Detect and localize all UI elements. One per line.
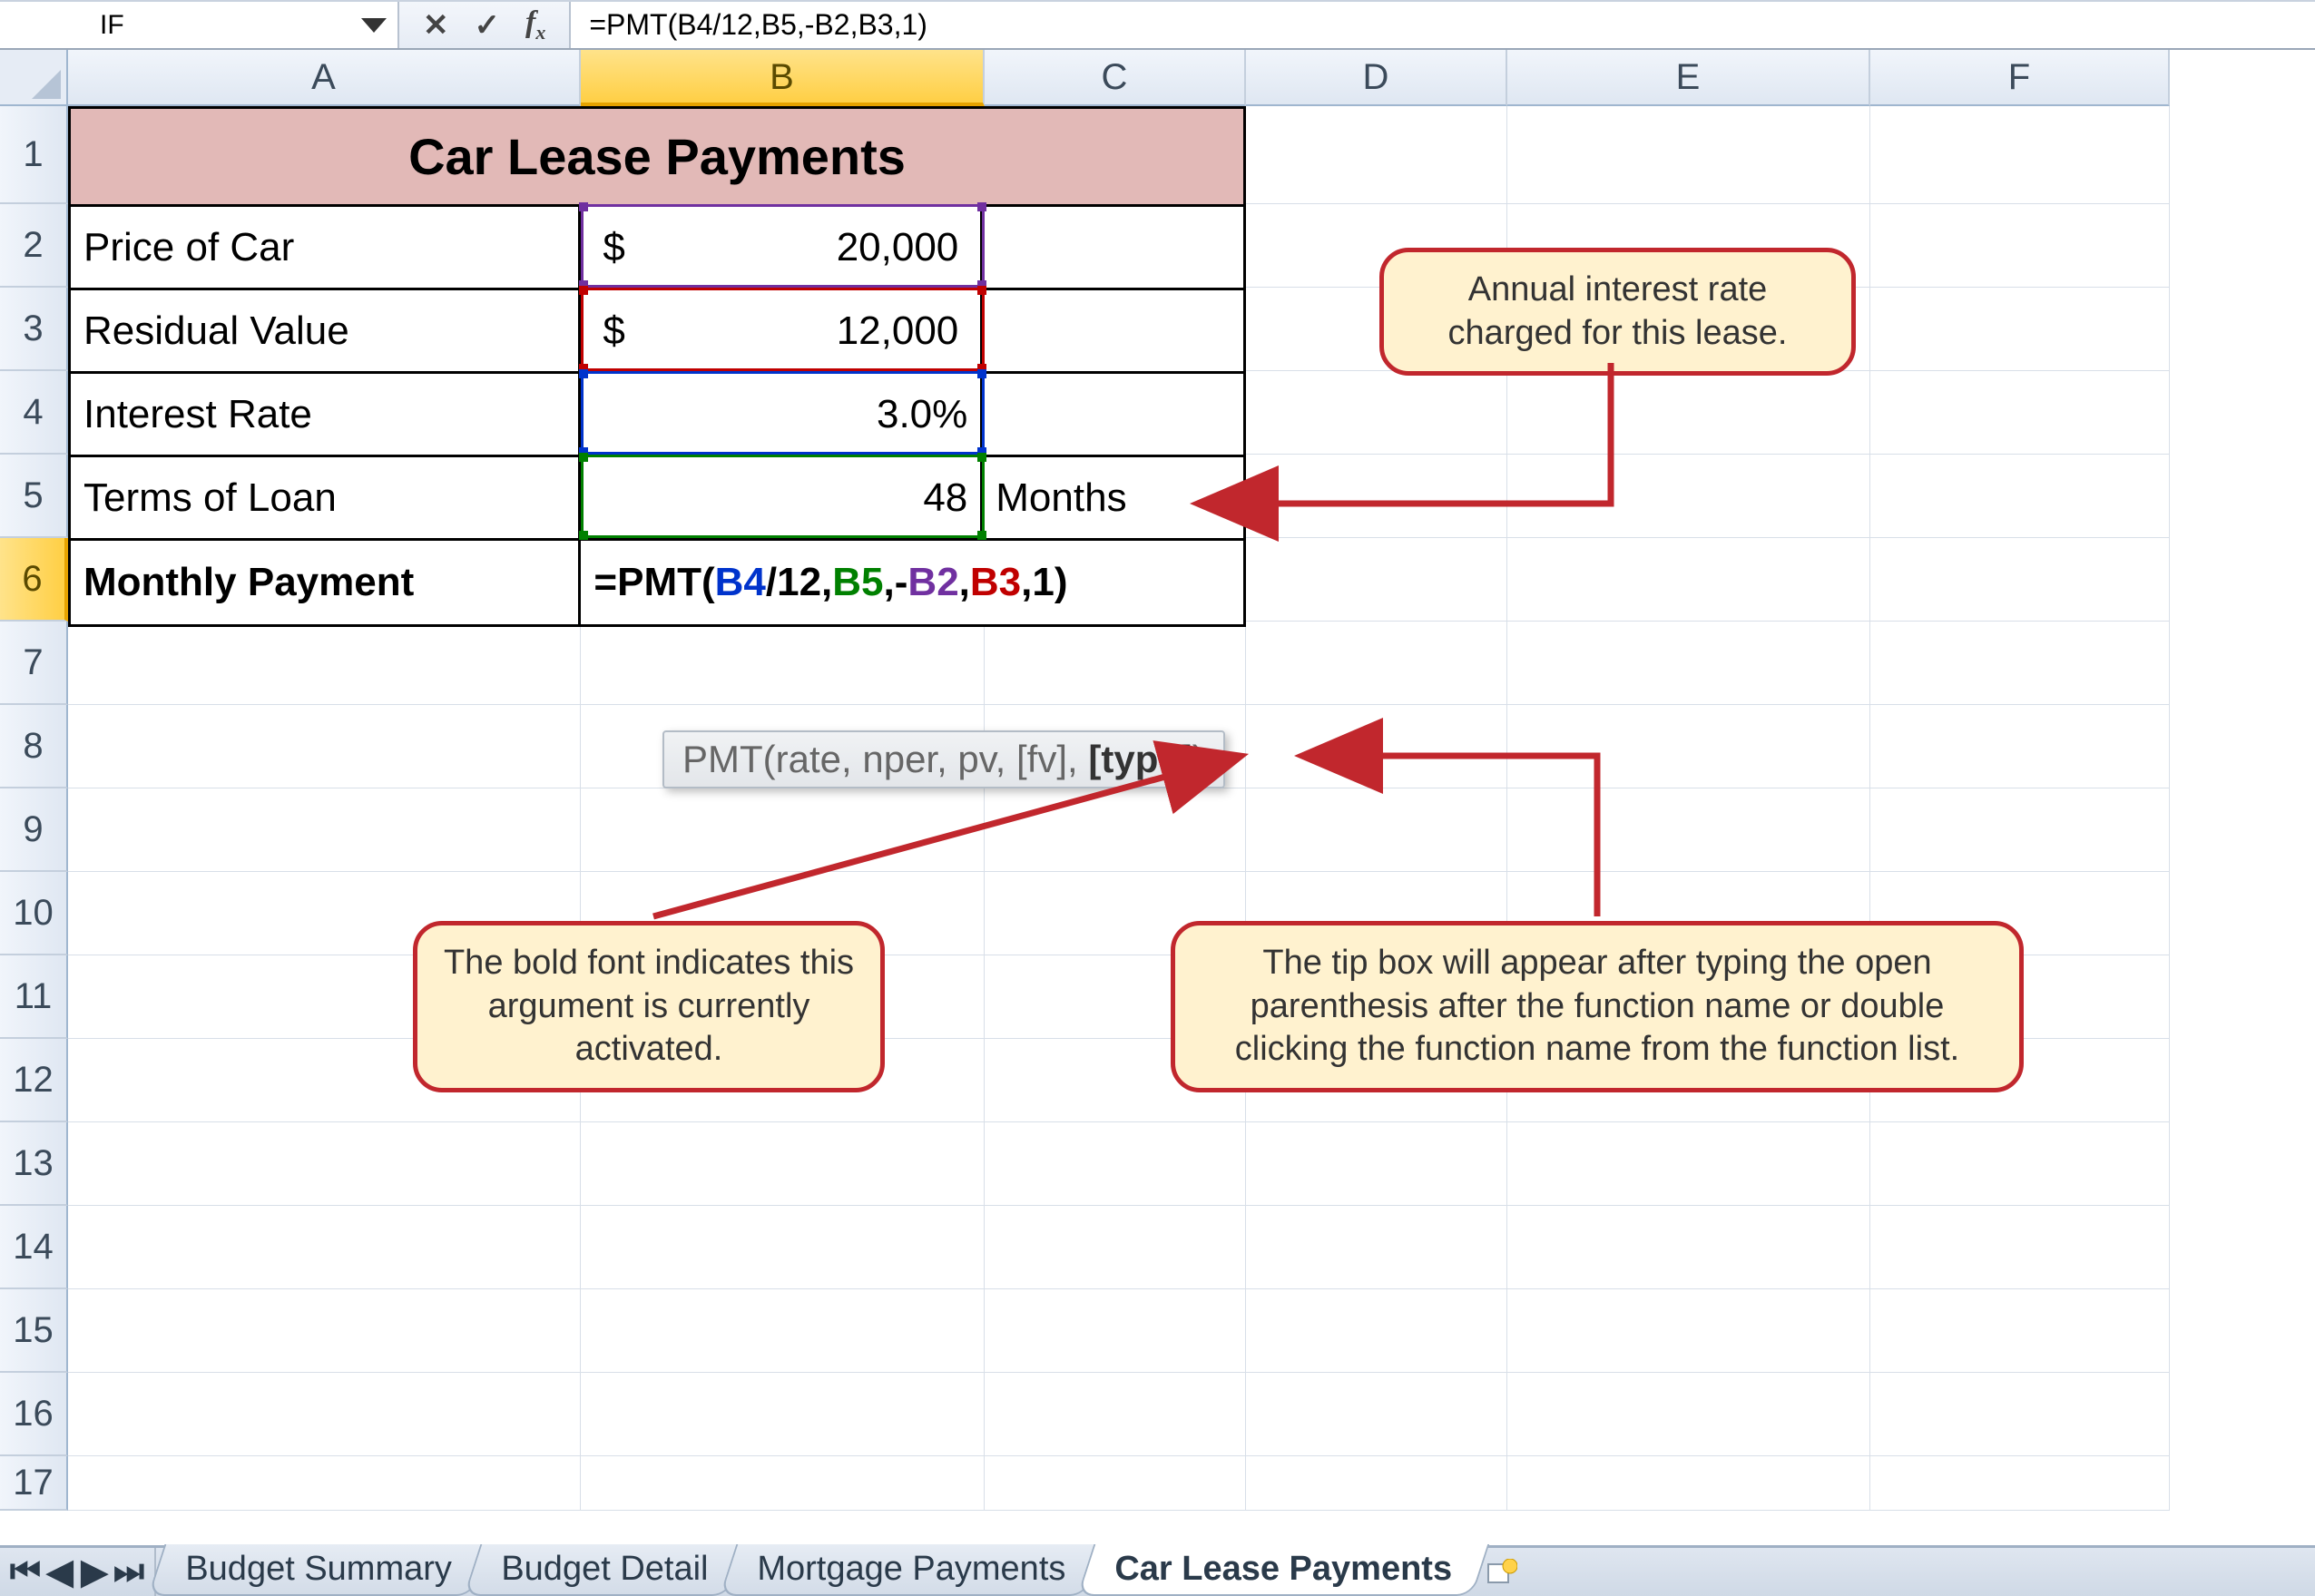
sheet-tab-bar: ⏮ ◀ ▶ ⏭ Budget SummaryBudget DetailMortg… [0, 1545, 2315, 1596]
row-header-13[interactable]: 13 [0, 1122, 68, 1206]
row-header-4[interactable]: 4 [0, 371, 68, 455]
formula-input[interactable]: =PMT(B4/12,B5,-B2,B3,1) [571, 2, 2315, 48]
row-header-16[interactable]: 16 [0, 1373, 68, 1456]
table-row-label[interactable]: Terms of Loan [71, 457, 581, 541]
row-header-2[interactable]: 2 [0, 204, 68, 288]
row-header-10[interactable]: 10 [0, 872, 68, 955]
col-header-B[interactable]: B [581, 50, 985, 106]
sheet-tab[interactable]: Budget Summary [148, 1544, 489, 1596]
data-table: Car Lease PaymentsPrice of Car$20,000Res… [68, 106, 1246, 627]
enter-icon[interactable]: ✓ [475, 7, 501, 44]
row-header-3[interactable]: 3 [0, 288, 68, 371]
row-header-15[interactable]: 15 [0, 1289, 68, 1373]
sheet-tab[interactable]: Car Lease Payments [1077, 1544, 1489, 1596]
sheet-tabs: Budget SummaryBudget DetailMortgage Paym… [156, 1548, 1472, 1596]
col-header-C[interactable]: C [985, 50, 1246, 106]
tab-nav-next-icon[interactable]: ▶ [78, 1552, 111, 1592]
sheet-tab[interactable]: Mortgage Payments [719, 1544, 1103, 1596]
table-row-value[interactable]: $20,000 [581, 207, 983, 290]
row-header-5[interactable]: 5 [0, 455, 68, 538]
tab-nav-last-icon[interactable]: ⏭ [113, 1552, 145, 1591]
row-header-7[interactable]: 7 [0, 622, 68, 705]
row-header-17[interactable]: 17 [0, 1456, 68, 1511]
fx-icon[interactable]: fx [525, 5, 545, 44]
tooltip-close: ) [1192, 738, 1205, 780]
row-header-9[interactable]: 9 [0, 788, 68, 872]
table-row-unit[interactable]: Months [983, 457, 1243, 541]
formula-cell[interactable]: =PMT(B4/12,B5,-B2,B3,1) [581, 541, 1243, 624]
row-header-12[interactable]: 12 [0, 1039, 68, 1122]
table-row-label[interactable]: Residual Value [71, 290, 581, 374]
row-header-8[interactable]: 8 [0, 705, 68, 788]
tooltip-active-arg: [type] [1088, 738, 1192, 780]
insert-sheet-icon[interactable] [1483, 1554, 1521, 1591]
name-box-dropdown-icon[interactable] [361, 18, 387, 33]
tab-nav-first-icon[interactable]: ⏮ [9, 1552, 42, 1591]
name-box-value: IF [100, 10, 124, 41]
name-box[interactable]: IF [0, 2, 399, 48]
formula-bar-controls: ✕ ✓ fx [399, 2, 571, 48]
table-row-label[interactable]: Interest Rate [71, 374, 581, 457]
tab-nav-prev-icon[interactable]: ◀ [44, 1552, 76, 1592]
col-header-A[interactable]: A [68, 50, 581, 106]
callout-bold-arg: The bold font indicates this argument is… [413, 921, 885, 1092]
tooltip-args: (rate, nper, pv, [fv], [763, 738, 1089, 780]
table-row-unit[interactable] [983, 374, 1243, 457]
row-header-6[interactable]: 6 [0, 538, 68, 622]
table-row-label[interactable]: Monthly Payment [71, 541, 581, 624]
callout-tipbox: The tip box will appear after typing the… [1171, 921, 2024, 1092]
col-header-F[interactable]: F [1870, 50, 2170, 106]
row-header-11[interactable]: 11 [0, 955, 68, 1039]
cancel-icon[interactable]: ✕ [423, 7, 449, 44]
table-row-label[interactable]: Price of Car [71, 207, 581, 290]
row-header-1[interactable]: 1 [0, 106, 68, 204]
callout-interest-rate: Annual interest rate charged for this le… [1379, 248, 1856, 376]
row-header-14[interactable]: 14 [0, 1206, 68, 1289]
function-tooltip: PMT(rate, nper, pv, [fv], [type]) [662, 730, 1225, 788]
sheet-tab[interactable]: Budget Detail [463, 1544, 745, 1596]
table-row-value[interactable]: $12,000 [581, 290, 983, 374]
formula-bar: IF ✕ ✓ fx =PMT(B4/12,B5,-B2,B3,1) [0, 0, 2315, 50]
table-title[interactable]: Car Lease Payments [71, 109, 1243, 207]
table-row-unit[interactable] [983, 290, 1243, 374]
column-headers: ABCDEF [68, 50, 2170, 106]
table-row-unit[interactable] [983, 207, 1243, 290]
row-headers: 1234567891011121314151617 [0, 106, 68, 1511]
select-all-button[interactable] [0, 50, 68, 106]
spreadsheet-grid: ABCDEF 1234567891011121314151617 Car Lea… [0, 50, 2315, 1542]
table-row-value[interactable]: 48 [581, 457, 983, 541]
tab-nav-buttons: ⏮ ◀ ▶ ⏭ [0, 1548, 156, 1596]
col-header-D[interactable]: D [1246, 50, 1507, 106]
formula-text: =PMT(B4/12,B5,-B2,B3,1) [589, 8, 927, 42]
table-row-value[interactable]: 3.0% [581, 374, 983, 457]
col-header-E[interactable]: E [1507, 50, 1870, 106]
tooltip-fn: PMT [682, 738, 763, 780]
